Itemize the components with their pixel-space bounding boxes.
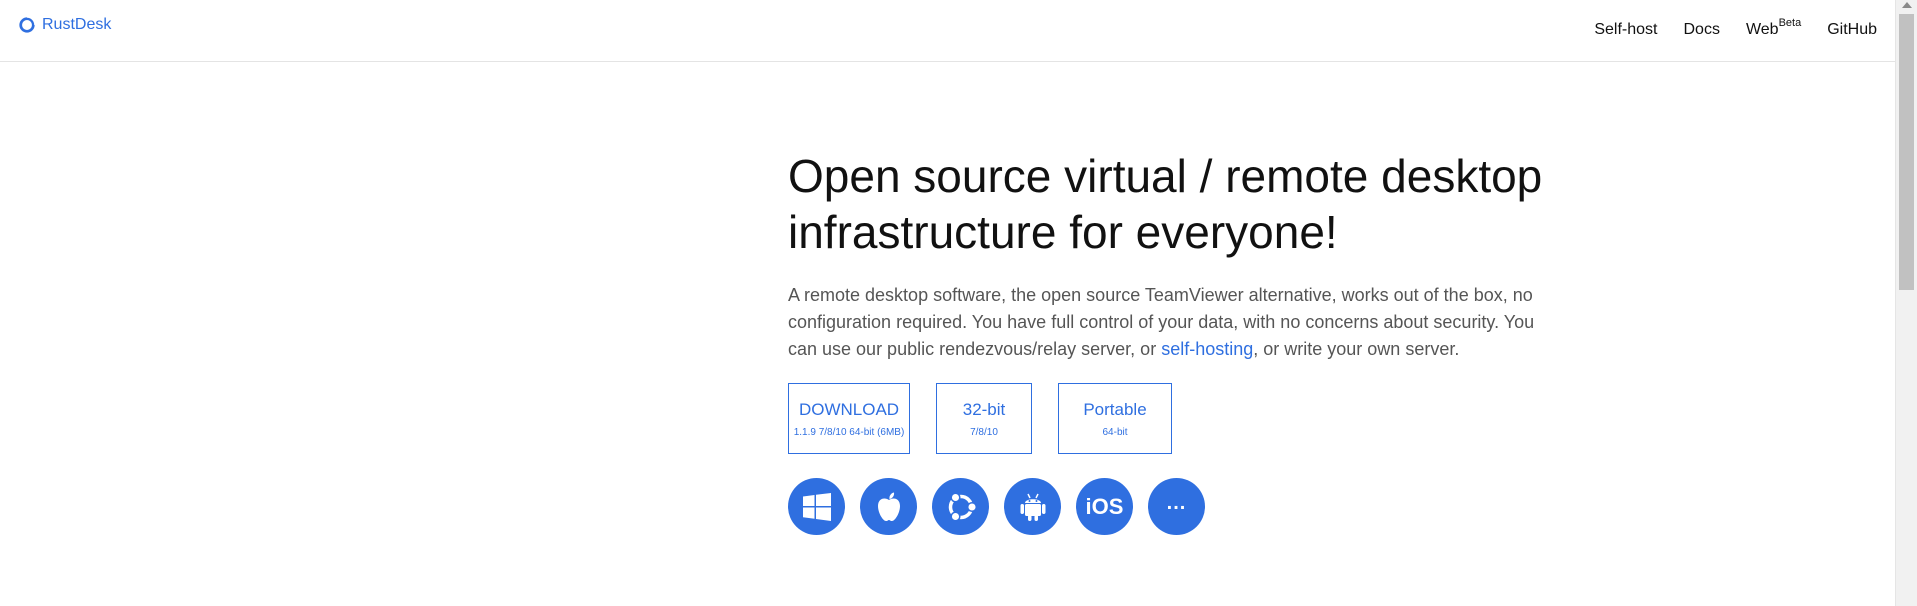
hero-desc-part2: , or write your own server. <box>1253 339 1460 359</box>
download-button[interactable]: DOWNLOAD 1.1.9 7/8/10 64-bit (6MB) <box>788 383 910 454</box>
platform-buttons: iOS ... <box>788 478 1588 535</box>
windows-download-button[interactable] <box>788 478 845 535</box>
download-32bit-button[interactable]: 32-bit 7/8/10 <box>936 383 1032 454</box>
apple-icon <box>877 492 900 521</box>
more-icon: ... <box>1166 491 1187 514</box>
download-32bit-label: 32-bit <box>962 400 1006 419</box>
brand-link[interactable]: RustDesk <box>18 16 111 34</box>
nav-github[interactable]: GitHub <box>1827 20 1877 40</box>
download-portable-label: Portable <box>1083 400 1147 419</box>
linux-download-button[interactable] <box>932 478 989 535</box>
download-buttons: DOWNLOAD 1.1.9 7/8/10 64-bit (6MB) 32-bi… <box>788 383 1588 454</box>
hero-title-line1: Open source virtual / remote desktop <box>788 150 1543 202</box>
download-button-version: 1.1.9 7/8/10 64-bit (6MB) <box>793 427 905 438</box>
page: RustDesk Self-host Docs WebBeta GitHub O… <box>0 0 1917 606</box>
ios-download-button[interactable]: iOS <box>1076 478 1133 535</box>
windows-icon <box>802 492 831 521</box>
brand-name: RustDesk <box>42 16 112 33</box>
download-portable-sub: 64-bit <box>1102 427 1128 438</box>
nav-web-beta-badge: Beta <box>1778 17 1802 29</box>
more-platforms-button[interactable]: ... <box>1148 478 1205 535</box>
hero-title-line2: infrastructure for everyone! <box>788 206 1338 258</box>
scrollbar-thumb[interactable] <box>1899 14 1914 290</box>
android-download-button[interactable] <box>1004 478 1061 535</box>
nav-web-label: Web <box>1745 21 1779 38</box>
download-portable-button[interactable]: Portable 64-bit <box>1058 383 1172 454</box>
download-button-label: DOWNLOAD <box>798 400 900 419</box>
hero-description: A remote desktop software, the open sour… <box>788 282 1568 363</box>
hero-section: Open source virtual / remote desktop inf… <box>788 148 1588 535</box>
scroll-up-arrow-icon[interactable] <box>1902 2 1912 8</box>
macos-download-button[interactable] <box>860 478 917 535</box>
ubuntu-icon <box>948 491 977 522</box>
main-nav: Self-host Docs WebBeta GitHub <box>1594 17 1877 40</box>
nav-docs[interactable]: Docs <box>1684 20 1720 40</box>
top-nav-bar: RustDesk Self-host Docs WebBeta GitHub <box>0 0 1895 62</box>
self-hosting-link[interactable]: self-hosting <box>1161 339 1253 359</box>
download-32bit-sub: 7/8/10 <box>970 427 998 438</box>
nav-self-host[interactable]: Self-host <box>1594 20 1657 40</box>
ios-icon: iOS <box>1085 493 1124 519</box>
page-scrollbar[interactable] <box>1895 0 1917 606</box>
hero-title: Open source virtual / remote desktop inf… <box>788 148 1588 260</box>
rustdesk-logo-icon <box>19 16 36 33</box>
android-icon <box>1020 493 1045 521</box>
nav-web[interactable]: WebBeta <box>1745 17 1802 40</box>
